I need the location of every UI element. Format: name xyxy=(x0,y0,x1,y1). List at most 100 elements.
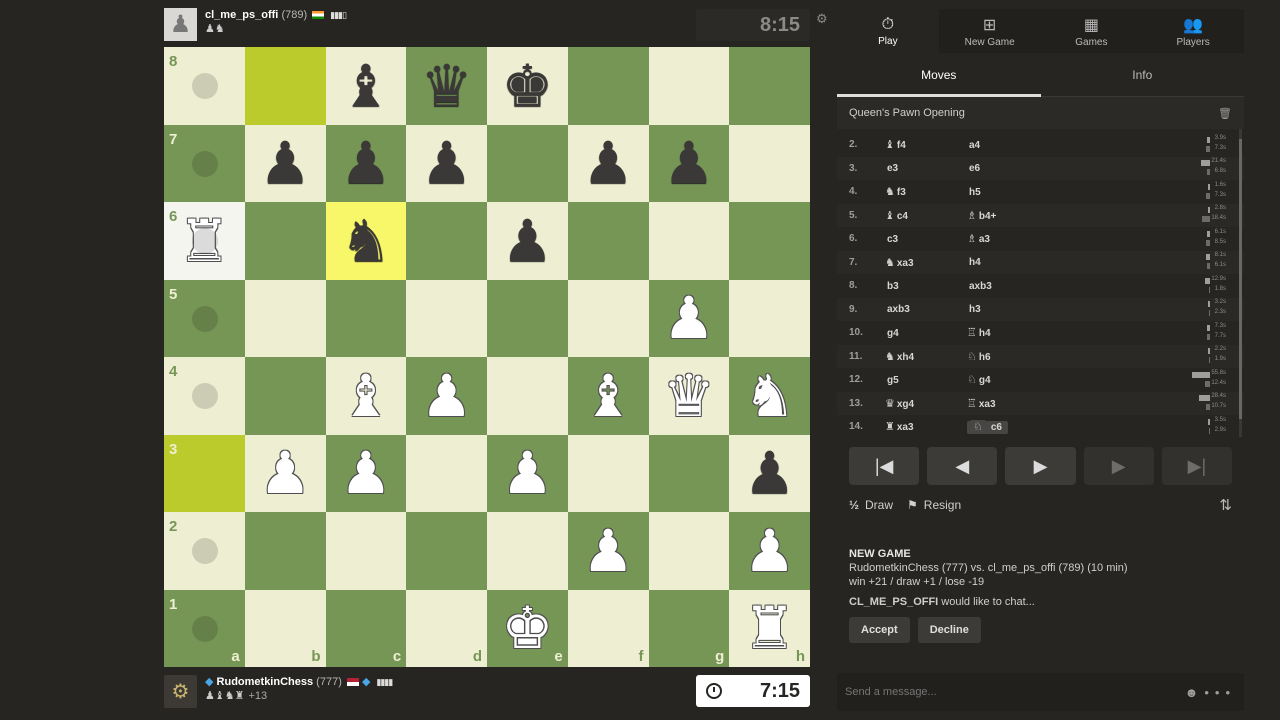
nav-players[interactable]: 👥 Players xyxy=(1142,9,1244,53)
black-move[interactable]: ♘ g4 xyxy=(967,373,1147,386)
white-move[interactable]: ♞ xh4 xyxy=(885,350,967,363)
square-c7[interactable]: ♟ xyxy=(325,124,407,202)
white-piece[interactable]: ♟ xyxy=(501,444,553,502)
square-b7[interactable]: ♟ xyxy=(244,124,326,202)
white-piece[interactable]: ♞ xyxy=(744,367,796,425)
message-input[interactable] xyxy=(845,686,1185,698)
top-player-name[interactable]: cl_me_ps_offi xyxy=(205,9,278,21)
trash-icon[interactable]: 🗑 xyxy=(1218,107,1232,120)
black-piece[interactable]: ♟ xyxy=(421,134,473,192)
square-b3[interactable]: ♟ xyxy=(244,434,326,512)
black-piece[interactable]: ♝ xyxy=(340,57,392,115)
black-piece[interactable]: ♚ xyxy=(501,57,553,115)
play-button[interactable]: ▶ xyxy=(1005,447,1076,485)
white-piece[interactable]: ♚ xyxy=(501,599,553,657)
white-move[interactable]: axb3 xyxy=(885,303,967,315)
black-move[interactable]: e6 xyxy=(967,162,1147,174)
square-f8[interactable] xyxy=(567,47,649,125)
square-a8[interactable]: 8 xyxy=(164,47,245,125)
square-d6[interactable] xyxy=(406,202,487,280)
square-e8[interactable]: ♚ xyxy=(487,47,568,125)
square-d2[interactable] xyxy=(406,512,487,590)
square-h8[interactable] xyxy=(729,47,810,125)
move-hint-dot[interactable] xyxy=(192,383,218,409)
black-move[interactable]: axb3 xyxy=(967,280,1147,292)
white-piece[interactable]: ♟ xyxy=(340,444,392,502)
square-g2[interactable] xyxy=(648,512,730,590)
square-h1[interactable]: h ♜ xyxy=(729,589,810,667)
move-hint-dot[interactable] xyxy=(192,538,218,564)
square-d5[interactable] xyxy=(406,279,487,357)
black-move[interactable]: ♖ h4 xyxy=(967,326,1147,339)
square-a3[interactable]: 3 xyxy=(164,434,245,512)
square-f5[interactable] xyxy=(567,279,649,357)
white-move[interactable]: e3 xyxy=(885,162,967,174)
flip-board-icon[interactable]: ⇅ xyxy=(1219,496,1232,514)
move-hint-dot[interactable] xyxy=(192,150,218,177)
square-h3[interactable]: ♟ xyxy=(729,434,810,512)
resign-button[interactable]: ⚑ Resign xyxy=(907,498,961,512)
square-f6[interactable] xyxy=(567,202,649,280)
white-move[interactable]: g4 xyxy=(885,327,967,339)
square-f1[interactable]: f xyxy=(567,589,649,667)
nav-new-game[interactable]: ⊞ New Game xyxy=(939,9,1041,53)
square-g7[interactable]: ♟ xyxy=(648,124,730,202)
black-piece[interactable]: ♟ xyxy=(259,134,311,192)
square-g4[interactable]: ♛ xyxy=(648,357,730,435)
white-piece[interactable]: ♜ xyxy=(744,599,796,657)
emoji-icon[interactable]: ☻ xyxy=(1185,685,1205,700)
white-move[interactable]: ♝ c4 xyxy=(885,209,967,222)
black-move[interactable]: h3 xyxy=(967,303,1147,315)
black-piece[interactable]: ♟ xyxy=(340,134,392,192)
square-c2[interactable] xyxy=(325,512,407,590)
square-a4[interactable]: 4 xyxy=(164,357,245,435)
black-piece[interactable]: ♞ xyxy=(340,212,392,270)
square-c1[interactable]: c xyxy=(325,589,407,667)
default-avatar-icon[interactable]: ♟ xyxy=(164,8,197,41)
square-h2[interactable]: ♟ xyxy=(729,512,810,590)
square-e5[interactable] xyxy=(487,279,568,357)
square-d8[interactable]: ♛ xyxy=(406,47,487,125)
black-piece[interactable]: ♟ xyxy=(501,212,553,270)
black-move[interactable]: ♗ a3 xyxy=(967,232,1147,245)
square-d1[interactable]: d xyxy=(406,589,487,667)
black-move[interactable]: ♖ xa3 xyxy=(967,397,1147,410)
black-move[interactable]: ♘ c6 xyxy=(967,420,1147,435)
square-h7[interactable] xyxy=(729,124,810,202)
white-move[interactable]: b3 xyxy=(885,280,967,292)
next-move-button[interactable]: ▶ xyxy=(1083,447,1154,485)
scrollbar-thumb[interactable] xyxy=(1239,139,1242,419)
white-move[interactable]: ♜ xa3 xyxy=(885,420,967,433)
square-a1[interactable]: 1a xyxy=(164,589,245,667)
draw-button[interactable]: ½ Draw xyxy=(849,498,893,512)
square-e6[interactable]: ♟ xyxy=(487,202,568,280)
tab-moves[interactable]: Moves xyxy=(837,53,1041,97)
move-hint-dot[interactable] xyxy=(192,305,218,332)
square-h4[interactable]: ♞ xyxy=(729,357,810,435)
square-f4[interactable]: ♝ xyxy=(567,357,649,435)
bottom-player-name[interactable]: RudometkinChess xyxy=(217,676,314,688)
black-move[interactable]: a4 xyxy=(967,139,1147,151)
player-avatar[interactable]: ⚙ xyxy=(164,675,197,708)
square-b4[interactable] xyxy=(244,357,326,435)
black-piece[interactable]: ♟ xyxy=(582,134,634,192)
square-b8[interactable] xyxy=(244,47,326,125)
square-h6[interactable] xyxy=(729,202,810,280)
move-list[interactable]: 2. ♝ f4 a4 3.9s 7.3s 3. e3 e6 21.4s 6.8s 4. ♞ f3 h5 1.6… xyxy=(837,129,1244,437)
tab-info[interactable]: Info xyxy=(1041,53,1245,96)
square-a6[interactable]: 6 ♜ xyxy=(164,202,245,280)
white-move[interactable]: ♛ xg4 xyxy=(885,397,967,410)
move-hint-dot[interactable] xyxy=(192,615,218,642)
white-move[interactable]: ♞ f3 xyxy=(885,185,967,198)
square-e2[interactable] xyxy=(487,512,568,590)
square-d4[interactable]: ♟ xyxy=(406,357,487,435)
move-hint-dot[interactable] xyxy=(192,228,218,254)
square-c5[interactable] xyxy=(325,279,407,357)
gear-icon[interactable]: ⚙ xyxy=(816,11,828,27)
square-b1[interactable]: b xyxy=(244,589,326,667)
square-b2[interactable] xyxy=(244,512,326,590)
square-f7[interactable]: ♟ xyxy=(567,124,649,202)
square-e3[interactable]: ♟ xyxy=(487,434,568,512)
black-move[interactable]: ♗ b4+ xyxy=(967,209,1147,222)
nav-games[interactable]: ▦ Games xyxy=(1041,9,1143,53)
